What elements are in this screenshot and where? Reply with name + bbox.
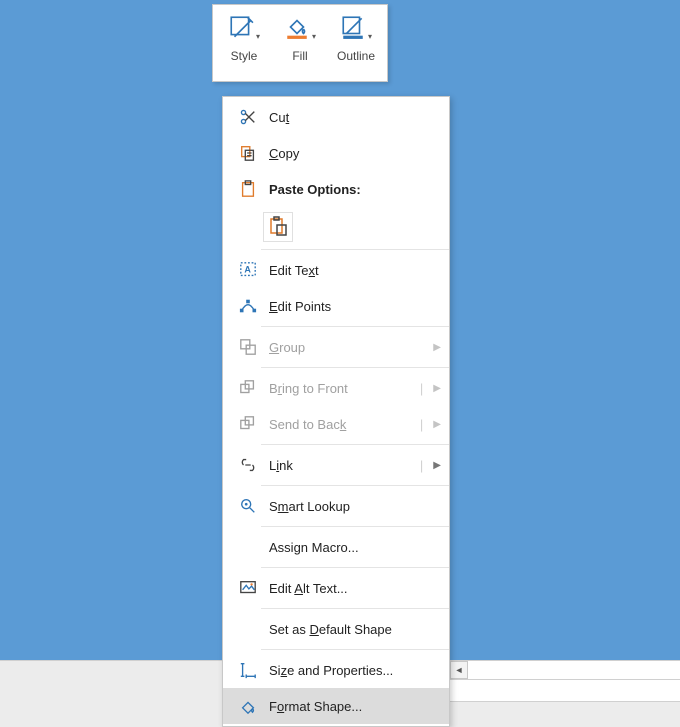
split-separator: | [420,381,423,396]
chevron-right-icon: ▶ [433,342,441,353]
chevron-down-icon: ▾ [312,32,316,41]
menu-label: Edit Text [269,263,441,278]
menu-label: Paste Options: [269,182,441,197]
style-icon [228,14,254,43]
menu-separator [261,649,449,650]
chevron-right-icon: ▶ [433,419,441,430]
chevron-right-icon: ▶ [433,460,441,471]
outline-icon [340,14,366,43]
split-separator: | [420,458,423,473]
menu-separator [261,367,449,368]
chevron-down-icon: ▾ [256,32,260,41]
menu-label: Edit Points [269,299,441,314]
scroll-left-button[interactable]: ◄ [450,661,468,679]
menu-label: Cut [269,110,441,125]
bring-to-front-menu-item: Bring to Front | ▶ [223,370,449,406]
scissors-icon [235,107,261,127]
menu-label: Send to Back [269,417,420,432]
copy-icon [235,143,261,163]
edit-points-menu-item[interactable]: Edit Points [223,288,449,324]
menu-separator [261,444,449,445]
blank-icon [235,619,261,639]
fill-button[interactable]: ▾ Fill [273,11,327,63]
sheet-gridline [450,679,680,702]
paste-icon [268,216,288,239]
menu-label: Set as Default Shape [269,622,441,637]
menu-label: Assign Macro... [269,540,441,555]
paste-default-button[interactable] [263,212,293,242]
menu-label: Edit Alt Text... [269,581,441,596]
menu-label: Bring to Front [269,381,420,396]
menu-separator [261,249,449,250]
outline-button[interactable]: ▾ Outline [329,11,383,63]
menu-label: Size and Properties... [269,663,441,678]
group-icon [235,337,261,357]
menu-label: Group [269,340,429,355]
edit-text-menu-item[interactable]: A Edit Text [223,252,449,288]
assign-macro-menu-item[interactable]: Assign Macro... [223,529,449,565]
style-button[interactable]: ▾ Style [217,11,271,63]
format-shape-menu-item[interactable]: Format Shape... [223,688,449,724]
split-separator: | [420,417,423,432]
fill-icon [284,14,310,43]
menu-separator [261,326,449,327]
blank-icon [235,537,261,557]
send-to-back-icon [235,414,261,434]
menu-label: Smart Lookup [269,499,441,514]
cut-menu-item[interactable]: Cut [223,99,449,135]
copy-menu-item[interactable]: Copy [223,135,449,171]
menu-separator [261,485,449,486]
paste-option-row [263,207,449,247]
format-shape-icon [235,696,261,716]
send-to-back-menu-item: Send to Back | ▶ [223,406,449,442]
edit-alt-text-menu-item[interactable]: Edit Alt Text... [223,570,449,606]
fill-label: Fill [292,49,307,63]
menu-separator [261,567,449,568]
chevron-right-icon: ▶ [433,383,441,394]
style-label: Style [231,49,258,63]
menu-label: Copy [269,146,441,161]
link-icon [235,455,261,475]
size-properties-menu-item[interactable]: Size and Properties... [223,652,449,688]
shape-mini-toolbar: ▾ Style ▾ Fill ▾ Outline [212,4,388,82]
clipboard-icon [235,179,261,199]
svg-text:A: A [244,265,251,275]
menu-label: Link [269,458,420,473]
shape-context-menu: Cut Copy Paste Options: A Edit Text Edit… [222,96,450,727]
menu-separator [261,608,449,609]
link-menu-item[interactable]: Link | ▶ [223,447,449,483]
alt-text-icon [235,578,261,598]
outline-label: Outline [337,49,375,63]
edit-text-icon: A [235,260,261,280]
smart-lookup-menu-item[interactable]: Smart Lookup [223,488,449,524]
size-icon [235,660,261,680]
smart-lookup-icon [235,496,261,516]
chevron-down-icon: ▾ [368,32,372,41]
menu-separator [261,526,449,527]
set-default-shape-menu-item[interactable]: Set as Default Shape [223,611,449,647]
bring-to-front-icon [235,378,261,398]
group-menu-item: Group ▶ [223,329,449,365]
paste-options-heading: Paste Options: [223,171,449,207]
edit-points-icon [235,296,261,316]
